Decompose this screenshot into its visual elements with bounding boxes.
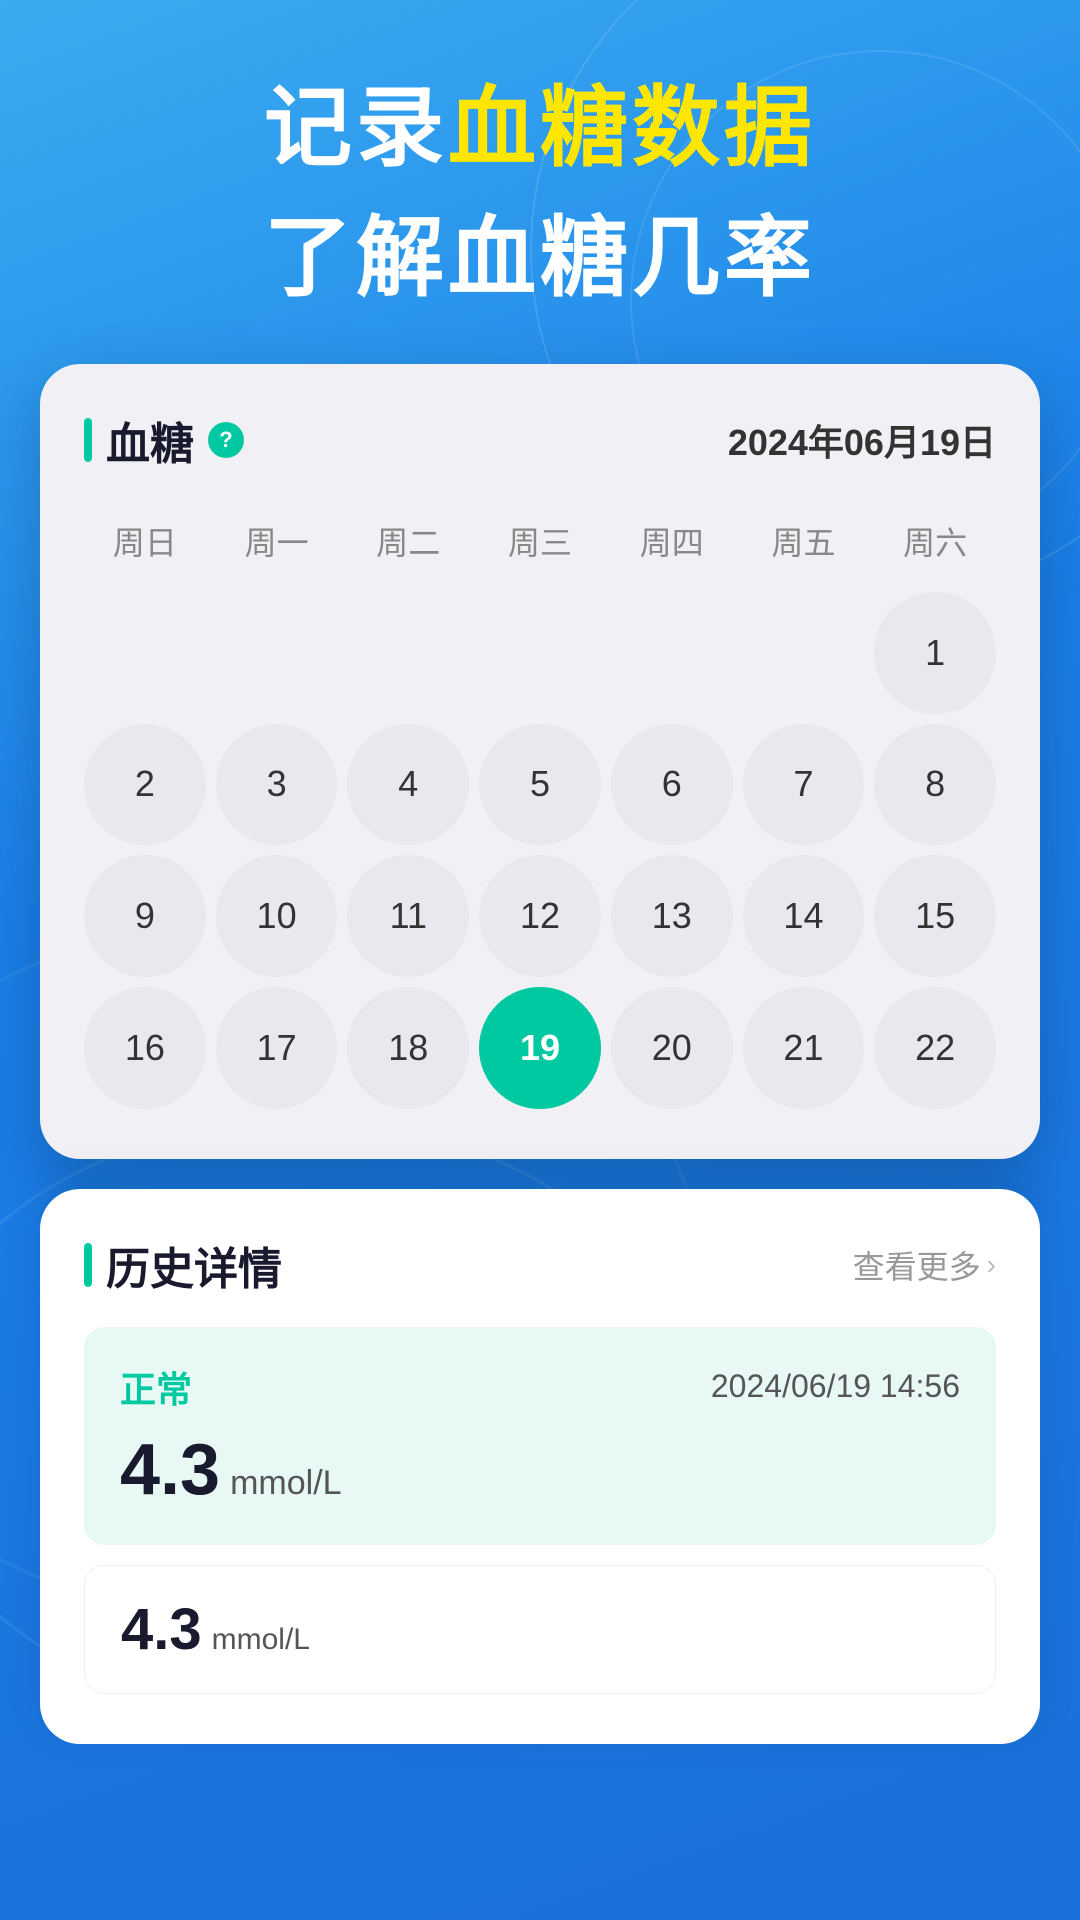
record-number-1: 4.3 <box>120 1429 220 1511</box>
day-18[interactable]: 18 <box>347 987 469 1109</box>
record-value-1: 4.3 mmol/L <box>120 1429 960 1511</box>
day-6[interactable]: 6 <box>611 724 733 846</box>
chevron-right-icon: › <box>987 1249 996 1281</box>
record-item-1[interactable]: 正常 2024/06/19 14:56 4.3 mmol/L <box>84 1327 996 1545</box>
calendar-card: 血糖 ? 2024年06月19日 周日 周一 周二 周三 周四 周五 周六 1 … <box>40 364 1040 1159</box>
hero-prefix: 记录 <box>264 78 448 177</box>
day-empty-2 <box>216 592 338 714</box>
weekday-wed: 周三 <box>479 508 601 582</box>
day-2[interactable]: 2 <box>84 724 206 846</box>
day-9[interactable]: 9 <box>84 855 206 977</box>
history-card: 历史详情 查看更多 › 正常 2024/06/19 14:56 4.3 mmol… <box>40 1189 1040 1744</box>
day-14[interactable]: 14 <box>743 855 865 977</box>
weekday-sat: 周六 <box>874 508 996 582</box>
day-10[interactable]: 10 <box>216 855 338 977</box>
record-unit-1: mmol/L <box>230 1464 341 1503</box>
weekday-fri: 周五 <box>743 508 865 582</box>
day-11[interactable]: 11 <box>347 855 469 977</box>
calendar-grid: 周日 周一 周二 周三 周四 周五 周六 1 2 3 4 5 6 7 8 9 1… <box>84 508 996 1109</box>
record-item-2[interactable]: 4.3 mmol/L <box>84 1565 996 1694</box>
calendar-title: 血糖 <box>106 408 194 472</box>
hero-section: 记录血糖数据 了解血糖几率 <box>0 0 1080 364</box>
day-5[interactable]: 5 <box>479 724 601 846</box>
day-7[interactable]: 7 <box>743 724 865 846</box>
day-20[interactable]: 20 <box>611 987 733 1109</box>
weekday-mon: 周一 <box>216 508 338 582</box>
day-19[interactable]: 19 <box>479 987 601 1109</box>
calendar-date: 2024年06月19日 <box>728 414 996 466</box>
view-more-button[interactable]: 查看更多 › <box>853 1242 996 1288</box>
day-empty-6 <box>743 592 865 714</box>
history-header: 历史详情 查看更多 › <box>84 1233 996 1297</box>
day-empty-4 <box>479 592 601 714</box>
record-value-2: 4.3 mmol/L <box>121 1596 959 1663</box>
day-13[interactable]: 13 <box>611 855 733 977</box>
weekday-tue: 周二 <box>347 508 469 582</box>
day-3[interactable]: 3 <box>216 724 338 846</box>
help-icon-label: ? <box>219 427 232 453</box>
day-4[interactable]: 4 <box>347 724 469 846</box>
day-8[interactable]: 8 <box>874 724 996 846</box>
day-1[interactable]: 1 <box>874 592 996 714</box>
history-title: 历史详情 <box>106 1233 282 1297</box>
title-bar-accent <box>84 418 92 462</box>
day-12[interactable]: 12 <box>479 855 601 977</box>
record-number-2: 4.3 <box>121 1596 202 1663</box>
day-empty-5 <box>611 592 733 714</box>
day-empty-1 <box>84 592 206 714</box>
history-title-group: 历史详情 <box>84 1233 282 1297</box>
calendar-header: 血糖 ? 2024年06月19日 <box>84 408 996 472</box>
hero-subtitle: 了解血糖几率 <box>0 187 1080 314</box>
history-title-bar <box>84 1243 92 1287</box>
day-22[interactable]: 22 <box>874 987 996 1109</box>
record-top-1: 正常 2024/06/19 14:56 <box>120 1361 960 1413</box>
hero-accent: 血糖数据 <box>448 78 816 177</box>
day-16[interactable]: 16 <box>84 987 206 1109</box>
day-17[interactable]: 17 <box>216 987 338 1109</box>
hero-title-line1: 记录血糖数据 <box>0 80 1080 177</box>
day-21[interactable]: 21 <box>743 987 865 1109</box>
calendar-title-group: 血糖 ? <box>84 408 244 472</box>
record-time-1: 2024/06/19 14:56 <box>711 1368 960 1405</box>
help-icon[interactable]: ? <box>208 422 244 458</box>
view-more-label: 查看更多 <box>853 1242 981 1288</box>
day-15[interactable]: 15 <box>874 855 996 977</box>
day-empty-3 <box>347 592 469 714</box>
weekday-thu: 周四 <box>611 508 733 582</box>
record-status-1: 正常 <box>120 1361 192 1413</box>
weekday-sun: 周日 <box>84 508 206 582</box>
record-unit-2: mmol/L <box>212 1623 310 1657</box>
